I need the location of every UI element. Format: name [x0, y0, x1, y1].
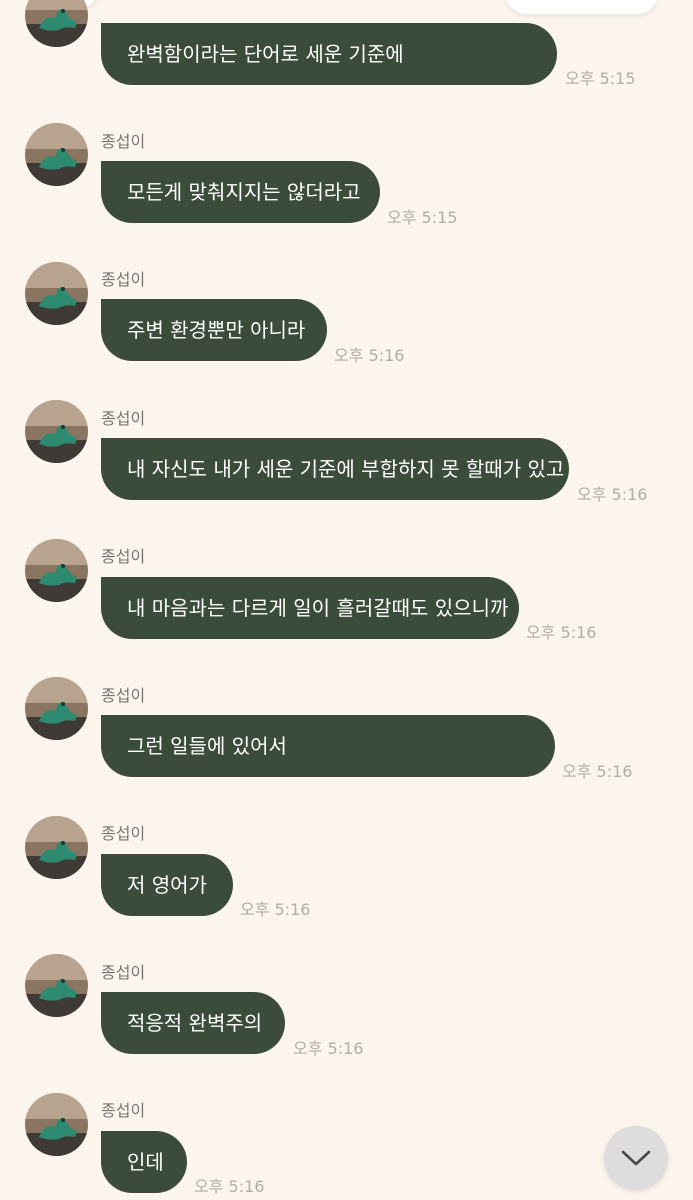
message-bubble[interactable]: 내 마음과는 다르게 일이 흘러갈때도 있으니까: [101, 577, 519, 639]
top-floating-pill[interactable]: [505, 0, 659, 14]
avatar-image: [25, 1093, 88, 1156]
scroll-to-bottom-button[interactable]: [604, 1126, 668, 1190]
avatar[interactable]: [25, 400, 88, 463]
chat-screen: 완벽함이라는 단어로 세운 기준에 오후 5:15 종섭이 모든게 맞춰지지는 …: [0, 0, 693, 1200]
message-bubble[interactable]: 주변 환경뿐만 아니라: [101, 299, 327, 361]
avatar-image: [25, 677, 88, 740]
sender-name: 종섭이: [101, 686, 146, 705]
message-bubble[interactable]: 내 자신도 내가 세운 기준에 부합하지 못 할때가 있고: [101, 438, 569, 500]
message-text: 내 마음과는 다르게 일이 흘러갈때도 있으니까: [127, 596, 509, 620]
message-time: 오후 5:15: [387, 208, 458, 227]
avatar-image: [25, 816, 88, 879]
message-time: 오후 5:16: [194, 1177, 265, 1196]
message-bubble[interactable]: 그런 일들에 있어서: [101, 715, 555, 777]
sender-name: 종섭이: [101, 270, 146, 289]
avatar[interactable]: [25, 1093, 88, 1156]
sender-name: 종섭이: [101, 132, 146, 151]
message-time: 오후 5:16: [562, 762, 633, 781]
message-text: 주변 환경뿐만 아니라: [127, 318, 306, 342]
message-text: 그런 일들에 있어서: [127, 734, 287, 758]
avatar[interactable]: [25, 677, 88, 740]
message-bubble[interactable]: 완벽함이라는 단어로 세운 기준에: [101, 23, 557, 85]
message-text: 인데: [127, 1150, 164, 1174]
message-text: 내 자신도 내가 세운 기준에 부합하지 못 할때가 있고: [127, 457, 565, 481]
sender-name: 종섭이: [101, 409, 146, 428]
sender-name: 종섭이: [101, 1101, 146, 1120]
message-time: 오후 5:16: [334, 346, 405, 365]
avatar-image: [25, 123, 88, 186]
message-bubble[interactable]: 인데: [101, 1131, 187, 1193]
avatar[interactable]: [25, 0, 88, 47]
sender-name: 종섭이: [101, 824, 146, 843]
sender-name: 종섭이: [101, 963, 146, 982]
avatar[interactable]: [25, 539, 88, 602]
chevron-down-icon: [621, 1150, 651, 1166]
sender-name: 종섭이: [101, 547, 146, 566]
message-time: 오후 5:16: [526, 623, 597, 642]
avatar-image: [25, 262, 88, 325]
avatar-image: [25, 400, 88, 463]
message-time: 오후 5:16: [293, 1039, 364, 1058]
avatar[interactable]: [25, 954, 88, 1017]
avatar-image: [25, 0, 88, 47]
message-text: 완벽함이라는 단어로 세운 기준에: [127, 42, 404, 66]
message-bubble[interactable]: 모든게 맞춰지지는 않더라고: [101, 161, 380, 223]
message-text: 적응적 완벽주의: [127, 1011, 263, 1035]
avatar[interactable]: [25, 816, 88, 879]
message-bubble[interactable]: 적응적 완벽주의: [101, 992, 285, 1054]
message-bubble[interactable]: 저 영어가: [101, 854, 233, 916]
message-text: 저 영어가: [127, 873, 207, 897]
message-time: 오후 5:16: [240, 900, 311, 919]
avatar[interactable]: [25, 123, 88, 186]
message-time: 오후 5:16: [577, 485, 648, 504]
avatar-image: [25, 539, 88, 602]
message-text: 모든게 맞춰지지는 않더라고: [127, 180, 361, 204]
avatar-image: [25, 954, 88, 1017]
avatar[interactable]: [25, 262, 88, 325]
message-time: 오후 5:15: [565, 69, 636, 88]
